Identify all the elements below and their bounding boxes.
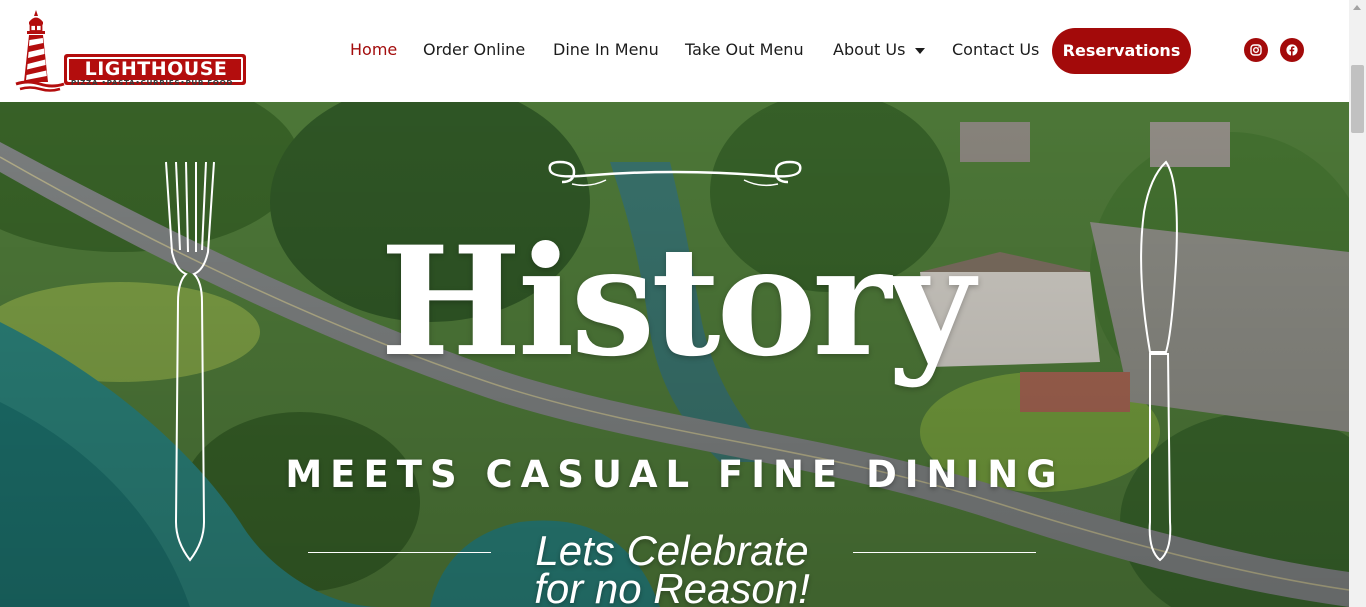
logo-tagline: PIZZA •PASTA•CURRIES•PUB FOOD [70,78,234,87]
hero-subtitle: MEETS CASUAL FINE DINING [285,453,1065,496]
hero-title: History [380,214,975,390]
nav-dine-in-menu[interactable]: Dine In Menu [553,38,659,62]
nav-home[interactable]: Home [350,38,397,62]
site-logo[interactable]: LIGHTHOUSE PIZZA •PASTA•CURRIES•PUB FOOD [14,10,246,92]
divider-line-left [308,552,491,553]
hero-section: History MEETS CASUAL FINE DINING Lets Ce… [0,102,1349,607]
hero-tagline: Lets Celebrate for no Reason! [490,530,854,607]
reservations-button[interactable]: Reservations [1052,28,1191,74]
scroll-thumb[interactable] [1351,65,1364,133]
caret-down-icon[interactable] [915,48,925,54]
flourish-icon [548,160,802,187]
hero-tagline-line-2: for no Reason! [534,565,810,607]
nav-about-us[interactable]: About Us [833,38,905,62]
scroll-up-arrow-icon[interactable] [1353,5,1361,10]
nav-take-out-menu[interactable]: Take Out Menu [685,38,804,62]
knife-icon [1140,160,1178,562]
facebook-icon[interactable] [1280,38,1304,62]
divider-line-right [853,552,1036,553]
site-header: LIGHTHOUSE PIZZA •PASTA•CURRIES•PUB FOOD… [0,0,1349,102]
nav-order-online[interactable]: Order Online [423,38,525,62]
page-scrollbar[interactable] [1349,0,1366,607]
fork-icon [165,161,215,562]
nav-contact-us[interactable]: Contact Us [952,38,1039,62]
instagram-icon[interactable] [1244,38,1268,62]
